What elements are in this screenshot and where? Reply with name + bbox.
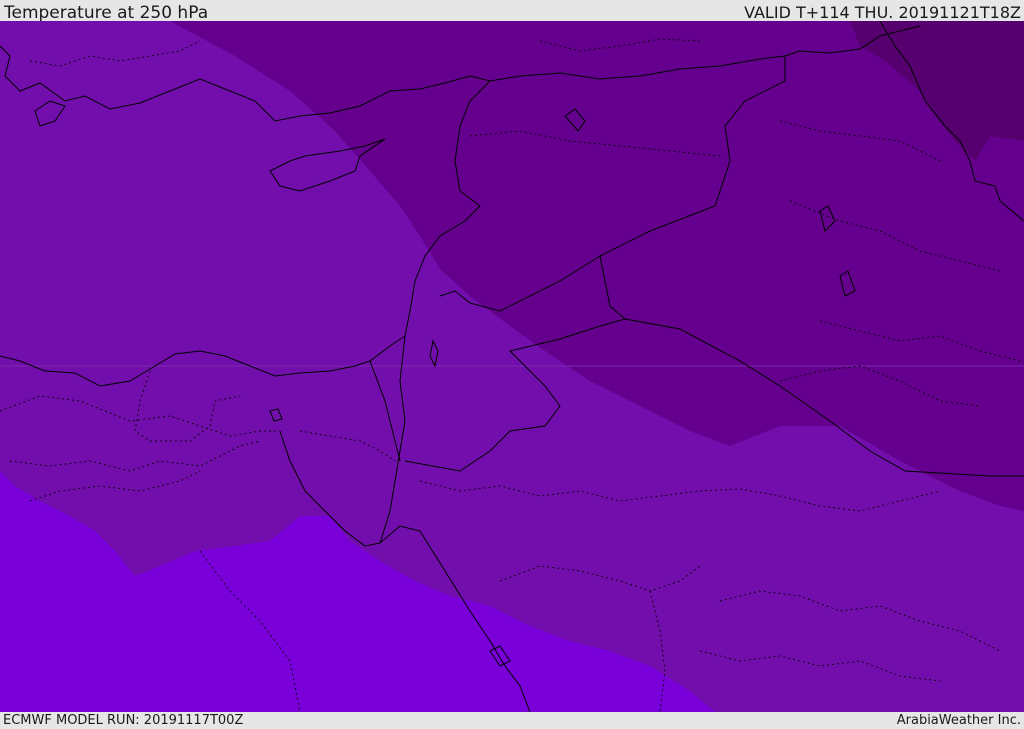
- map-header: Temperature at 250 hPa VALID T+114 THU. …: [0, 0, 1024, 23]
- brand-credit: ArabiaWeather Inc.: [896, 713, 1021, 728]
- map-footer: ECMWF MODEL RUN: 20191117T00Z ArabiaWeat…: [0, 712, 1024, 729]
- map-title: Temperature at 250 hPa: [4, 3, 209, 23]
- temperature-field: [0, 21, 1024, 712]
- model-run: ECMWF MODEL RUN: 20191117T00Z: [3, 713, 244, 728]
- valid-time: VALID T+114 THU. 20191121T18Z: [744, 3, 1021, 22]
- weather-map: [0, 21, 1024, 712]
